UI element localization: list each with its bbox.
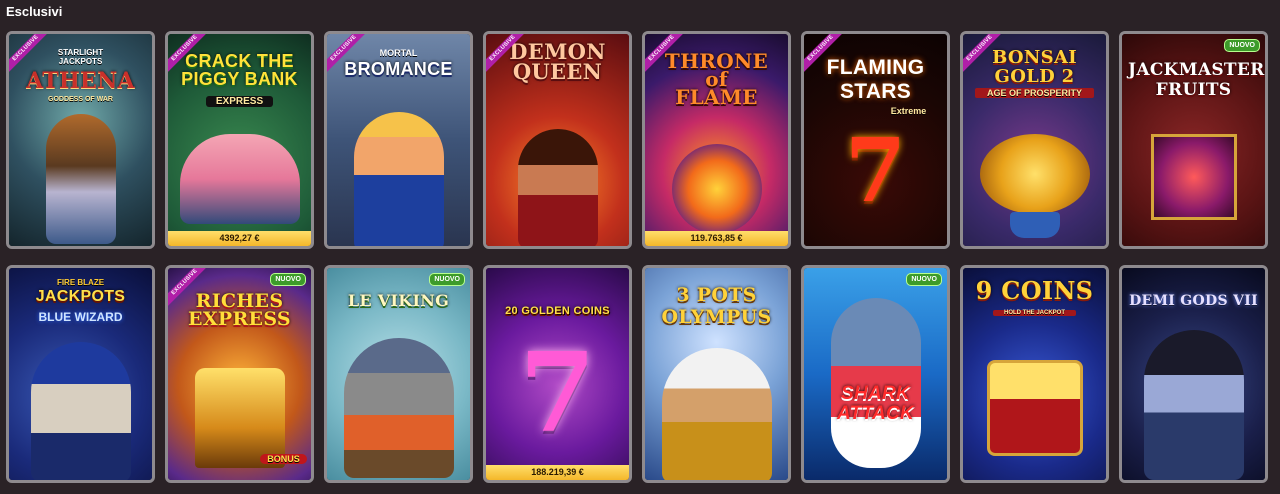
game-card-demon-queen[interactable]: DEMON QUEEN EXCLUSIVE xyxy=(483,31,632,249)
section-title: Esclusivi xyxy=(6,4,63,19)
game-title: 9 COINS xyxy=(975,276,1094,305)
jackpot-amount: 119.763,85 € xyxy=(645,231,788,246)
game-subtitle: Extreme xyxy=(890,106,927,116)
character-figure xyxy=(179,134,300,224)
game-title: JACKPOTS xyxy=(35,288,126,305)
exclusive-ribbon: EXCLUSIVE xyxy=(168,268,214,314)
game-title: JACKMASTER FRUITS xyxy=(1128,60,1265,100)
train xyxy=(194,368,285,468)
game-title: 3 POTS OLYMPUS xyxy=(661,284,772,328)
exclusive-ribbon: EXCLUSIVE xyxy=(486,34,532,80)
character-figure xyxy=(661,348,772,480)
game-subtitle: AGE OF PROSPERITY xyxy=(975,88,1094,98)
game-subtitle: FIRE BLAZE xyxy=(56,278,105,287)
game-tagline: GODDESS OF WAR xyxy=(48,96,113,103)
game-tagline: BLUE WIZARD xyxy=(38,310,123,324)
character-figure xyxy=(343,338,454,478)
treasure-chest xyxy=(986,360,1083,456)
game-card-athena[interactable]: STARLIGHT JACKPOTS ATHENA GODDESS OF WAR… xyxy=(6,31,155,249)
game-subtitle: EXPRESS xyxy=(206,96,273,107)
game-subtitle: HOLD THE JACKPOT xyxy=(993,310,1076,316)
tree-pot xyxy=(1009,212,1060,238)
new-badge: NUOVO xyxy=(1224,39,1260,52)
seven-symbol: 7 xyxy=(519,328,596,457)
exclusive-ribbon: EXCLUSIVE xyxy=(327,34,373,80)
jackpot-amount: 4392,27 € xyxy=(168,231,311,246)
character-figure xyxy=(30,342,131,480)
new-badge: NUOVO xyxy=(270,273,306,286)
exclusive-ribbon: EXCLUSIVE xyxy=(804,34,850,80)
character-figure xyxy=(353,112,444,246)
character-figure xyxy=(45,114,116,244)
game-tagline: BONUS xyxy=(260,454,307,464)
game-title: 20 GOLDEN COINS xyxy=(505,305,610,317)
gold-tree xyxy=(979,134,1090,214)
game-card-jackmaster-fruits[interactable]: JACKMASTER FRUITS NUOVO xyxy=(1119,31,1268,249)
seven-symbol: 7 xyxy=(844,118,907,222)
exclusive-ribbon: EXCLUSIVE xyxy=(645,34,691,80)
jester-frame xyxy=(1150,134,1237,220)
game-title: DEMI GODS VII xyxy=(1129,293,1258,309)
game-title: SHARK ATTACK xyxy=(836,383,915,424)
jackpot-amount: 188.219,39 € xyxy=(486,465,629,480)
game-card-shark-attack[interactable]: SHARK ATTACK NUOVO xyxy=(801,265,950,483)
game-card-flaming-stars[interactable]: FLAMING STARS Extreme 7 EXCLUSIVE xyxy=(801,31,950,249)
game-title: LE VIKING xyxy=(347,291,450,310)
game-card-throne-of-flame[interactable]: THRONE of FLAME 119.763,85 € EXCLUSIVE xyxy=(642,31,791,249)
exclusive-ribbon: EXCLUSIVE xyxy=(963,34,1009,80)
game-card-blue-wizard[interactable]: FIRE BLAZE JACKPOTS BLUE WIZARD xyxy=(6,265,155,483)
game-card-demi-gods-vii[interactable]: DEMI GODS VII xyxy=(1119,265,1268,483)
dragon-emblem xyxy=(671,144,762,234)
character-figure xyxy=(517,129,598,246)
exclusive-ribbon: EXCLUSIVE xyxy=(9,34,55,80)
game-card-20-golden-coins[interactable]: 20 GOLDEN COINS 7 188.219,39 € xyxy=(483,265,632,483)
exclusive-ribbon: EXCLUSIVE xyxy=(168,34,214,80)
game-card-crack-the-piggy-bank[interactable]: CRACK THE PIGGY BANK EXPRESS 4392,27 € E… xyxy=(165,31,314,249)
game-card-le-viking[interactable]: LE VIKING NUOVO xyxy=(324,265,473,483)
game-card-mortal-bromance[interactable]: MORTAL BROMANCE EXCLUSIVE xyxy=(324,31,473,249)
new-badge: NUOVO xyxy=(429,273,465,286)
game-card-riches-express[interactable]: RICHES EXPRESS BONUS EXCLUSIVE NUOVO xyxy=(165,265,314,483)
new-badge: NUOVO xyxy=(906,273,942,286)
game-card-3-pots-olympus[interactable]: 3 POTS OLYMPUS xyxy=(642,265,791,483)
character-figure xyxy=(1143,330,1244,480)
games-grid: STARLIGHT JACKPOTS ATHENA GODDESS OF WAR… xyxy=(6,31,1268,483)
game-card-9-coins[interactable]: 9 COINS HOLD THE JACKPOT xyxy=(960,265,1109,483)
game-card-bonsai-gold-2[interactable]: BONSAI GOLD 2 AGE OF PROSPERITY EXCLUSIV… xyxy=(960,31,1109,249)
